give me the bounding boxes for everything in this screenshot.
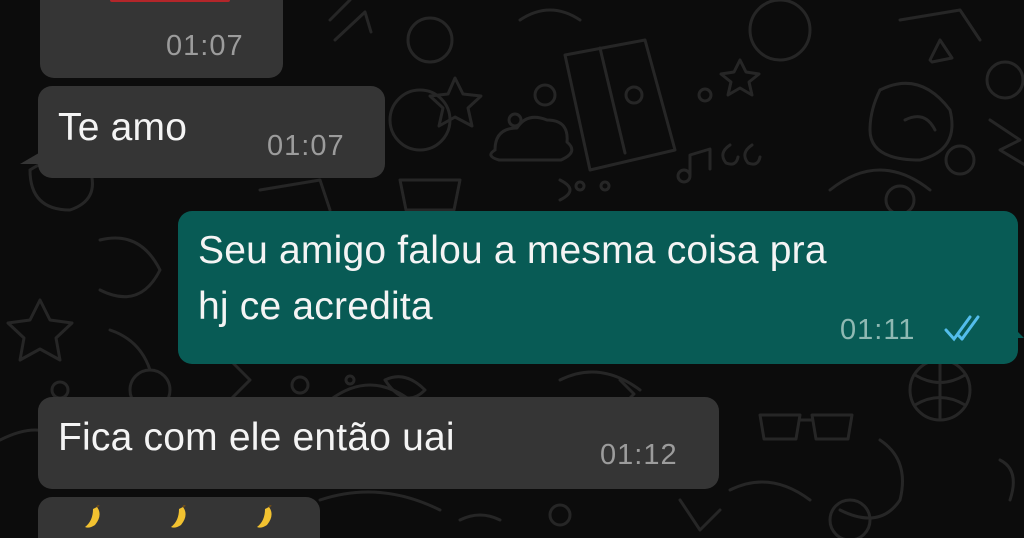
chat-window: 01:07 Te amo 01:07 Seu amigo falou a mes… bbox=[0, 0, 1024, 538]
message-timestamp: 01:07 bbox=[267, 130, 345, 162]
message-timestamp: 01:11 bbox=[840, 314, 916, 346]
message-timestamp: 01:12 bbox=[600, 439, 678, 471]
message-bubble-incoming[interactable] bbox=[38, 497, 320, 538]
message-text: Fica com ele então uai bbox=[58, 416, 455, 459]
read-receipt-icon bbox=[944, 315, 980, 342]
message-bubble-incoming[interactable]: Te amo 01:07 bbox=[38, 86, 385, 178]
message-bubble-outgoing[interactable]: Seu amigo falou a mesma coisa pra hj ce … bbox=[178, 211, 1018, 364]
banana-emoji-icon bbox=[85, 505, 100, 528]
banana-emoji-icon bbox=[257, 505, 272, 528]
message-timestamp: 01:07 bbox=[166, 30, 244, 62]
message-text: Seu amigo falou a mesma coisa pra hj ce … bbox=[198, 229, 827, 328]
message-bubble-incoming[interactable]: 01:07 bbox=[40, 0, 283, 78]
message-bubble-incoming[interactable]: Fica com ele então uai 01:12 bbox=[38, 397, 719, 489]
banana-emoji-icon bbox=[171, 505, 186, 528]
message-text: Te amo bbox=[58, 106, 188, 149]
message-redacted-mark bbox=[110, 0, 230, 2]
